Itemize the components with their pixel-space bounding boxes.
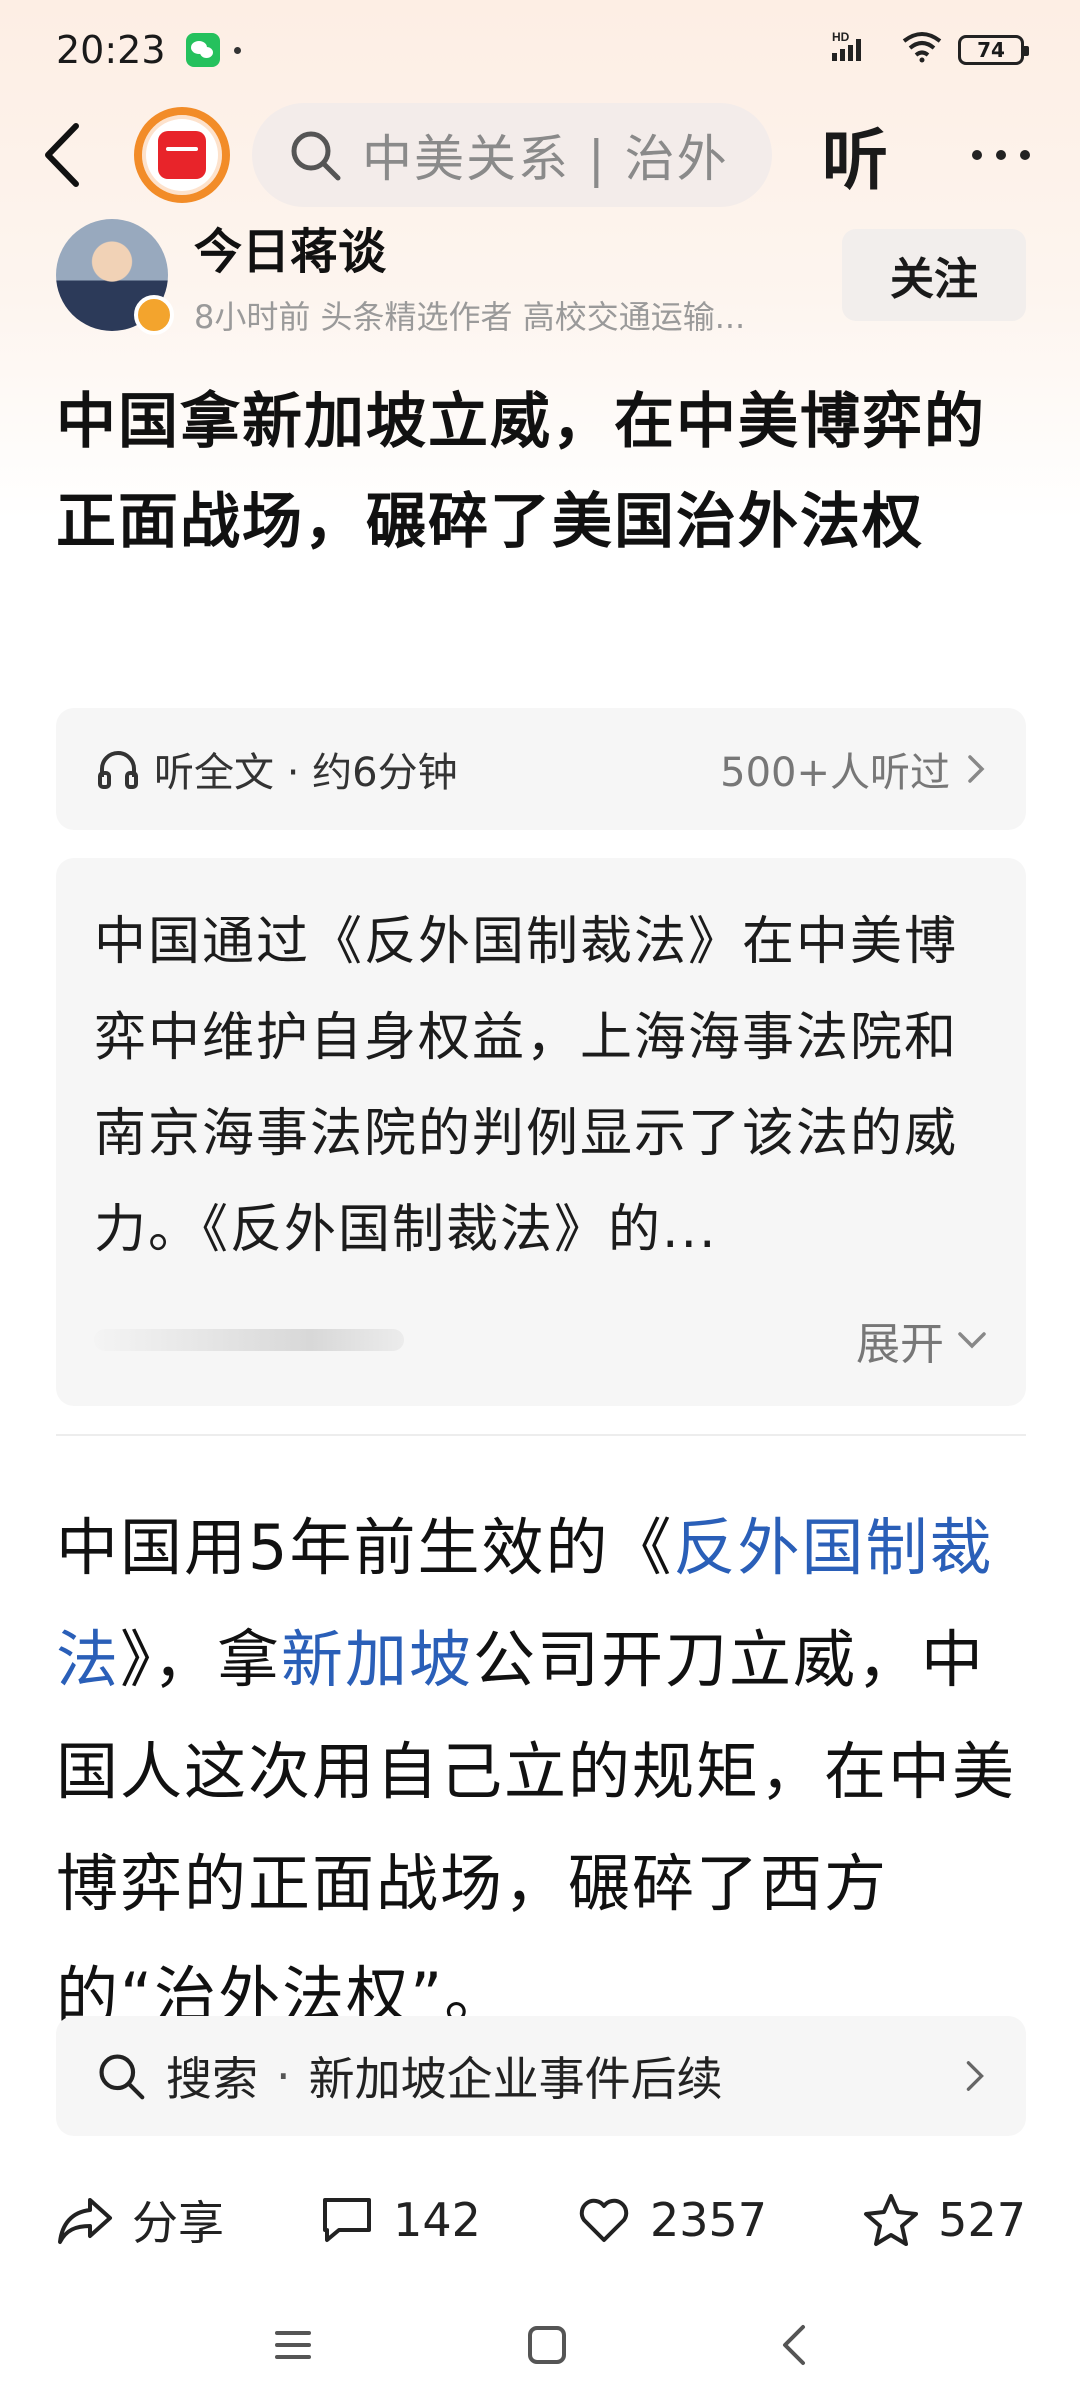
expand-button[interactable]: 展开: [856, 1308, 988, 1372]
article-paragraph: 中国用5年前生效的《反外国制裁法》，拿新加坡公司开刀立威，中国人这次用自己立的规…: [56, 1492, 1026, 2052]
top-nav: 中美关系 | 治外 听: [0, 100, 1080, 210]
listen-count: 500+人听过: [720, 750, 950, 796]
search-suggestion: 新加坡企业事件后续: [308, 2052, 723, 2106]
signal-icon: HD: [832, 28, 886, 72]
share-label: 分享: [132, 2196, 224, 2250]
chevron-down-icon: [958, 1332, 986, 1349]
more-dot-icon: [972, 150, 982, 160]
headphones-icon: [98, 751, 138, 789]
back-button[interactable]: [40, 115, 100, 195]
comment-icon: [323, 2198, 372, 2242]
wifi-icon: [900, 28, 944, 72]
singapore-link[interactable]: 新加坡: [281, 1623, 473, 1696]
search-query: 中美关系 | 治外: [362, 130, 729, 188]
more-dot-icon: [996, 150, 1006, 160]
comment-button[interactable]: 142: [319, 2193, 481, 2247]
listen-button[interactable]: 听: [822, 107, 888, 203]
author-name[interactable]: 今日蒋谈: [194, 212, 842, 282]
favorite-button[interactable]: 527: [862, 2192, 1026, 2248]
author-meta: 8小时前 头条精选作者 高校交通运输...: [194, 298, 746, 336]
heart-icon: [579, 2198, 629, 2242]
divider: [56, 1434, 1026, 1436]
status-time: 20:23: [56, 28, 166, 72]
app-logo[interactable]: [134, 107, 230, 203]
separator: ·: [276, 2049, 291, 2103]
ai-summary-mark: [94, 1329, 404, 1351]
more-dot-icon: [1020, 150, 1030, 160]
svg-text:HD: HD: [832, 30, 850, 44]
article-title: 中国拿新加坡立威，在中美博弈的正面战场，碾碎了美国治外法权: [56, 387, 986, 557]
more-button[interactable]: [972, 150, 1030, 160]
status-bar: 20:23 HD 74: [0, 0, 1080, 100]
search-prefix: 搜索: [166, 2052, 258, 2106]
favorite-count: 527: [938, 2193, 1026, 2247]
system-nav-bar: [0, 2290, 1080, 2400]
share-button[interactable]: 分享: [56, 2187, 224, 2253]
star-icon: [864, 2194, 919, 2246]
toutiao-logo-icon: [158, 131, 206, 179]
search-input[interactable]: 中美关系 | 治外: [252, 103, 772, 207]
summary-text: 中国通过《反外国制裁法》在中美博弈中维护自身权益，上海海事法院和南京海事法院的判…: [94, 912, 959, 1260]
author-row: 今日蒋谈 8小时前 头条精选作者 高校交通运输... 关注: [56, 219, 1026, 336]
avatar[interactable]: [56, 219, 174, 335]
action-bar: 分享 142 2357 527: [56, 2150, 1026, 2290]
like-button[interactable]: 2357: [576, 2193, 767, 2247]
author-info: 今日蒋谈 8小时前 头条精选作者 高校交通运输...: [194, 212, 842, 338]
summary-card: 中国通过《反外国制裁法》在中美博弈中维护自身权益，上海海事法院和南京海事法院的判…: [56, 858, 1026, 1406]
chevron-right-icon: [966, 2061, 984, 2091]
chevron-left-icon: [45, 123, 79, 187]
like-count: 2357: [650, 2193, 768, 2247]
search-icon: [291, 131, 341, 181]
follow-button[interactable]: 关注: [842, 229, 1026, 321]
paragraph-text: 》，拿: [120, 1623, 282, 1696]
notification-dot: [233, 46, 241, 54]
share-icon: [58, 2198, 112, 2244]
verified-badge-icon: [134, 295, 174, 335]
menu-icon[interactable]: [271, 2325, 315, 2365]
listen-label: 听全文 · 约6分钟: [154, 750, 458, 796]
battery-level: 74: [977, 38, 1005, 62]
summary-footer: 展开: [94, 1310, 988, 1370]
chevron-right-icon: [968, 755, 985, 783]
expand-label: 展开: [856, 1319, 944, 1370]
paragraph-text: 中国用5年前生效的《: [56, 1511, 674, 1584]
related-search-bar[interactable]: 搜索 · 新加坡企业事件后续: [56, 2016, 1026, 2136]
battery-icon: 74: [958, 35, 1029, 65]
wechat-icon: [185, 33, 220, 67]
search-icon: [99, 2054, 145, 2100]
listen-full-text-bar[interactable]: 听全文 · 约6分钟 500+人听过: [56, 708, 1026, 830]
home-icon[interactable]: [525, 2323, 569, 2367]
comment-count: 142: [393, 2193, 481, 2247]
back-nav-icon[interactable]: [779, 2323, 809, 2367]
